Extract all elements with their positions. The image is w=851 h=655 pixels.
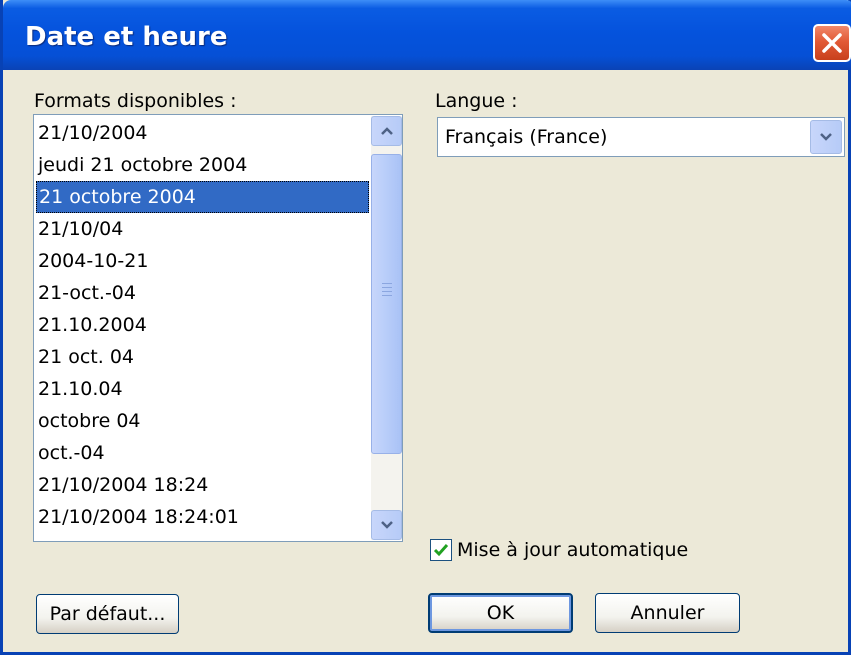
list-item[interactable]: 2004-10-21 (36, 245, 369, 277)
thumb-grip (382, 287, 392, 288)
default-button[interactable]: Par défaut... (36, 594, 179, 634)
thumb-grip (382, 295, 392, 296)
cancel-button[interactable]: Annuler (595, 593, 740, 633)
list-item[interactable]: 21-oct.-04 (36, 277, 369, 309)
chevron-down-icon (381, 521, 393, 529)
list-item[interactable]: 21.10.2004 (36, 309, 369, 341)
dialog-title: Date et heure (25, 22, 228, 52)
list-item[interactable]: 21/10/04 (36, 213, 369, 245)
scroll-down-button[interactable] (371, 510, 402, 540)
list-item[interactable]: 21.10.04 (36, 373, 369, 405)
list-item[interactable]: jeudi 21 octobre 2004 (36, 149, 369, 181)
list-item[interactable]: octobre 04 (36, 405, 369, 437)
check-icon (433, 544, 449, 557)
formats-label: Formats disponibles : (34, 90, 237, 112)
list-item[interactable]: oct.-04 (36, 437, 369, 469)
list-item[interactable]: 21/10/2004 18:24 (36, 469, 369, 501)
chevron-down-icon (820, 133, 832, 141)
language-value: Français (France) (445, 126, 608, 148)
scroll-thumb[interactable] (371, 154, 402, 454)
thumb-grip (382, 291, 392, 292)
thumb-grip (382, 283, 392, 284)
language-label: Langue : (435, 90, 518, 112)
auto-update-checkbox[interactable] (430, 539, 452, 561)
close-icon (822, 33, 842, 53)
scroll-up-button[interactable] (371, 116, 402, 146)
list-item[interactable]: 21 oct. 04 (36, 341, 369, 373)
formats-listbox[interactable]: 21/10/2004 jeudi 21 octobre 2004 21 octobr… (33, 114, 403, 542)
close-button[interactable] (813, 24, 851, 62)
title-bar[interactable]: Date et heure (3, 0, 851, 70)
ok-button[interactable]: OK (428, 593, 573, 633)
dialog-window: Date et heure Formats disponibles : 21/1… (0, 0, 851, 655)
chevron-up-icon (381, 127, 393, 135)
list-item[interactable]: 21 octobre 2004 (36, 181, 369, 213)
list-item[interactable]: 21/10/2004 18:24:01 (36, 501, 369, 533)
language-select[interactable]: Français (France) (437, 117, 845, 157)
auto-update-label[interactable]: Mise à jour automatique (457, 539, 688, 561)
listbox-scrollbar[interactable] (371, 116, 402, 540)
dropdown-button[interactable] (810, 120, 842, 154)
list-item[interactable]: 21/10/2004 (36, 117, 369, 149)
